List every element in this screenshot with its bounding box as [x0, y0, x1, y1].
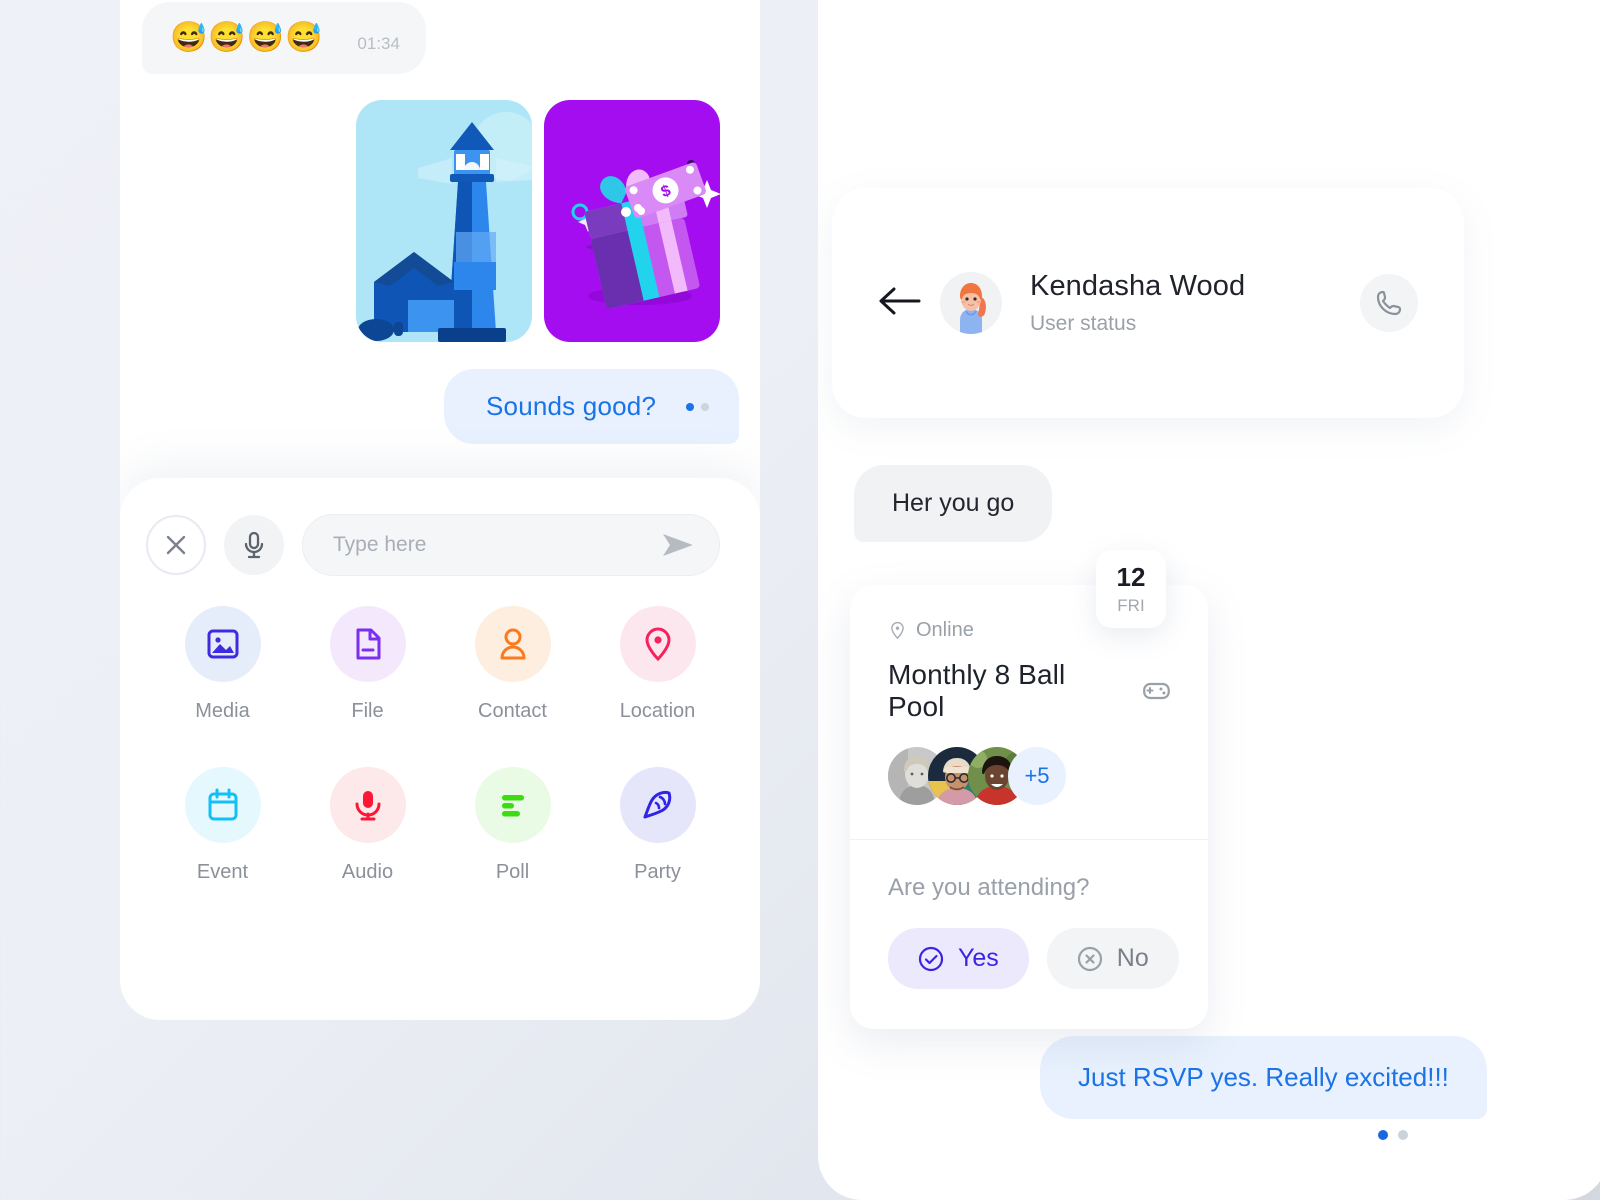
- attachment-option-label: Audio: [341, 861, 394, 883]
- event-title-row: Monthly 8 Ball Pool: [888, 659, 1170, 723]
- event-card[interactable]: Online Monthly 8 Ball Pool +5 Are you at…: [850, 585, 1208, 1029]
- document-icon: [329, 606, 406, 682]
- rsvp-block: Are you attending? Yes No: [888, 840, 1179, 1029]
- attachment-option-label: File: [351, 700, 384, 722]
- attachment-option-label: Event: [196, 861, 249, 883]
- message-input-wrapper[interactable]: [302, 514, 720, 576]
- date-day: 12: [1116, 562, 1146, 592]
- attachment-option-label: Party: [634, 861, 681, 883]
- message-text: Sounds good?: [486, 391, 657, 421]
- attachment-panel: Media File: [120, 478, 760, 1020]
- attachment-option-location[interactable]: Location: [585, 606, 730, 723]
- party-popper-icon: [619, 767, 696, 843]
- back-arrow-icon: [879, 287, 921, 314]
- composer-screen: 😅😅😅😅 01:34 $ Sounds good? Type here Medi…: [120, 0, 760, 1020]
- message-bubble-outgoing[interactable]: Sounds good?: [444, 369, 740, 444]
- media-thumbnail-gift[interactable]: $: [544, 100, 720, 342]
- calendar-icon: [184, 767, 261, 843]
- send-icon[interactable]: [661, 532, 695, 558]
- attachment-options-grid: Media File Contact Location Event Audio …: [150, 606, 730, 884]
- composer-row: [146, 514, 720, 576]
- event-location-label: Online: [916, 619, 974, 641]
- contact-name: Kendasha Wood: [1030, 270, 1246, 302]
- gamepad-icon: [1143, 682, 1170, 700]
- avatar[interactable]: [940, 272, 1002, 334]
- attachment-option-poll[interactable]: Poll: [440, 767, 585, 884]
- attachment-option-label: Contact: [478, 700, 547, 722]
- lighthouse-illustration: [358, 112, 532, 342]
- pagination-dot-active[interactable]: [1378, 1130, 1388, 1140]
- date-badge: 12 FRI: [1096, 550, 1166, 628]
- x-circle-icon: [1077, 946, 1102, 971]
- rsvp-buttons: Yes No: [888, 928, 1179, 989]
- attachment-option-label: Poll: [495, 861, 530, 883]
- poll-bars-icon: [474, 767, 551, 843]
- chat-header: Kendasha Wood User status: [832, 188, 1464, 418]
- attachment-option-party[interactable]: Party: [585, 767, 730, 884]
- attachment-option-audio[interactable]: Audio: [295, 767, 440, 884]
- chat-screen: Kendasha Wood User status Her you go 12 …: [818, 0, 1600, 1200]
- message-bubble-outgoing[interactable]: Just RSVP yes. Really excited!!!: [1040, 1036, 1487, 1119]
- message-input[interactable]: [333, 533, 662, 557]
- emoji-content: 😅😅😅😅: [170, 21, 324, 54]
- chat-header-meta: Kendasha Wood User status: [1030, 270, 1360, 336]
- rsvp-yes-button[interactable]: Yes: [888, 928, 1029, 989]
- pagination-dot[interactable]: [1398, 1130, 1408, 1140]
- attachment-option-label: Media: [195, 700, 250, 722]
- rsvp-question: Are you attending?: [888, 874, 1090, 901]
- attendee-avatars[interactable]: +5: [888, 747, 1170, 839]
- date-weekday: FRI: [1117, 596, 1145, 615]
- call-button[interactable]: [1360, 274, 1418, 332]
- rsvp-yes-label: Yes: [958, 944, 999, 972]
- microphone-icon: [244, 531, 264, 559]
- attachment-option-contact[interactable]: Contact: [440, 606, 585, 723]
- user-avatar-illustration: [940, 272, 1002, 334]
- media-attachment-row: $: [356, 100, 720, 342]
- check-circle-icon: [918, 946, 944, 971]
- attendee-overflow-badge[interactable]: +5: [1008, 747, 1066, 805]
- message-text: Just RSVP yes. Really excited!!!: [1078, 1062, 1449, 1092]
- voice-record-button[interactable]: [224, 515, 284, 575]
- close-icon: [166, 535, 186, 555]
- message-bubble-emoji[interactable]: 😅😅😅😅 01:34: [142, 2, 426, 74]
- message-timestamp: 01:34: [357, 34, 400, 53]
- map-pin-icon: [891, 621, 904, 640]
- person-icon: [474, 606, 551, 682]
- attachment-option-file[interactable]: File: [295, 606, 440, 723]
- microphone-icon: [329, 767, 406, 843]
- attachment-option-media[interactable]: Media: [150, 606, 295, 723]
- message-text: Her you go: [892, 489, 1015, 517]
- media-thumbnail-lighthouse[interactable]: [356, 100, 532, 342]
- event-title: Monthly 8 Ball Pool: [888, 659, 1066, 722]
- attachment-option-label: Location: [619, 700, 696, 722]
- phone-icon: [1376, 290, 1402, 316]
- pagination-dots[interactable]: [1378, 1130, 1408, 1140]
- message-bubble-incoming[interactable]: Her you go: [854, 465, 1053, 542]
- attachment-option-event[interactable]: Event: [150, 767, 295, 884]
- back-button[interactable]: [878, 286, 924, 321]
- map-pin-icon: [619, 606, 696, 682]
- message-status-dots: [686, 402, 710, 411]
- image-icon: [184, 606, 261, 682]
- contact-status: User status: [1030, 312, 1137, 335]
- rsvp-no-label: No: [1116, 944, 1149, 972]
- gift-illustration: $: [571, 160, 720, 309]
- close-button[interactable]: [146, 515, 206, 575]
- rsvp-no-button[interactable]: No: [1046, 928, 1179, 989]
